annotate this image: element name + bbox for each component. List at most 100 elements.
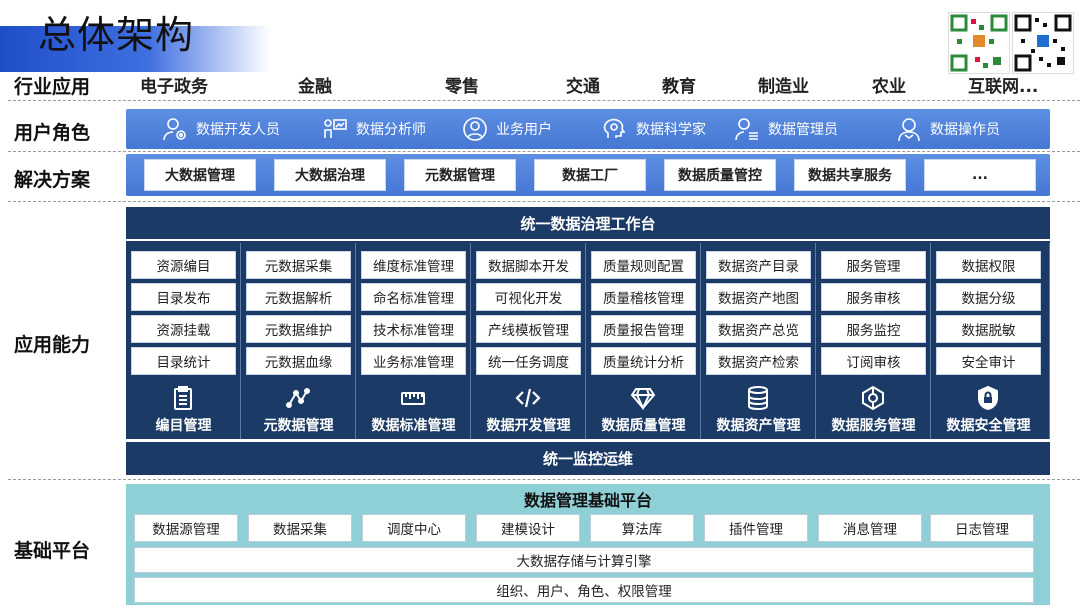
role-admin: 数据管理员: [734, 109, 838, 149]
code-icon: [515, 388, 541, 408]
platform-module[interactable]: 调度中心: [362, 514, 466, 542]
diamond-icon: [630, 388, 656, 411]
platform-org-permissions: 组织、用户、角色、权限管理: [134, 577, 1034, 603]
monitoring-bar: 统一监控运维: [126, 442, 1050, 475]
shield-lock-icon: [978, 385, 998, 411]
role-operator: 数据操作员: [896, 109, 1000, 149]
analyst-icon: [324, 119, 347, 138]
qr-code-right: [1012, 12, 1074, 74]
row-label-capabilities: 应用能力: [14, 334, 91, 356]
module-item[interactable]: 资源编目: [131, 251, 236, 279]
module-security: 数据权限 数据分级 数据脱敏 安全审计 数据安全管理: [931, 243, 1050, 439]
solution-quality-control[interactable]: 数据质量管控: [664, 159, 776, 191]
module-item[interactable]: 产线模板管理: [476, 315, 581, 343]
module-catalog: 资源编目 目录发布 资源挂载 目录统计 编目管理: [126, 243, 241, 439]
platform-module[interactable]: 建模设计: [476, 514, 580, 542]
industry-item: 农业: [872, 77, 906, 97]
module-item[interactable]: 服务监控: [821, 315, 926, 343]
module-item[interactable]: 服务管理: [821, 251, 926, 279]
module-item[interactable]: 质量稽核管理: [591, 283, 696, 311]
service-icon: [862, 385, 884, 411]
role-label: 数据科学家: [636, 122, 706, 138]
separator: [8, 100, 1080, 101]
module-item[interactable]: 命名标准管理: [361, 283, 466, 311]
module-item[interactable]: 技术标准管理: [361, 315, 466, 343]
module-name: 数据标准管理: [371, 418, 456, 434]
role-label: 数据操作员: [930, 122, 1000, 138]
module-item[interactable]: 数据权限: [936, 251, 1041, 279]
row-label-roles: 用户角色: [14, 122, 91, 144]
platform-module[interactable]: 日志管理: [930, 514, 1034, 542]
platform-module[interactable]: 算法库: [590, 514, 694, 542]
row-label-industry: 行业应用: [14, 76, 91, 98]
module-item[interactable]: 业务标准管理: [361, 347, 466, 375]
solution-data-factory[interactable]: 数据工厂: [534, 159, 646, 191]
module-name: 编目管理: [155, 418, 212, 434]
module-item[interactable]: 数据资产目录: [706, 251, 811, 279]
module-item[interactable]: 订阅审核: [821, 347, 926, 375]
module-name: 数据质量管理: [601, 418, 686, 434]
module-name: 数据资产管理: [716, 418, 801, 434]
operator-icon: [898, 118, 920, 142]
module-item[interactable]: 资源挂载: [131, 315, 236, 343]
separator: [8, 201, 1080, 202]
user-roles-bar: 数据开发人员 数据分析师 业务用户 数据科学家 数据管理员 数据操作员: [126, 109, 1050, 149]
module-item[interactable]: 数据分级: [936, 283, 1041, 311]
role-scientist: 数据科学家: [602, 109, 706, 149]
platform-module[interactable]: 消息管理: [818, 514, 922, 542]
role-label: 数据管理员: [768, 122, 838, 138]
industry-item: 金融: [298, 77, 332, 97]
platform-module[interactable]: 数据采集: [248, 514, 352, 542]
qr-code-left: [948, 12, 1010, 74]
module-item[interactable]: 目录发布: [131, 283, 236, 311]
industry-item: 教育: [662, 77, 696, 97]
module-item[interactable]: 质量统计分析: [591, 347, 696, 375]
platform-module[interactable]: 数据源管理: [134, 514, 238, 542]
row-label-platform: 基础平台: [14, 540, 91, 562]
module-item[interactable]: 安全审计: [936, 347, 1041, 375]
solution-more[interactable]: ...: [924, 159, 1036, 191]
platform-module[interactable]: 插件管理: [704, 514, 808, 542]
module-item[interactable]: 数据资产地图: [706, 283, 811, 311]
capability-header: 统一数据治理工作台: [126, 207, 1050, 241]
module-item[interactable]: 质量规则配置: [591, 251, 696, 279]
scientist-icon: [603, 118, 626, 138]
module-item[interactable]: 数据脚本开发: [476, 251, 581, 279]
module-development: 数据脚本开发 可视化开发 产线模板管理 统一任务调度 数据开发管理: [471, 243, 586, 439]
industry-item: 零售: [445, 77, 479, 97]
business-user-icon: [463, 117, 487, 141]
module-item[interactable]: 元数据采集: [246, 251, 351, 279]
separator: [8, 151, 1080, 152]
module-item[interactable]: 目录统计: [131, 347, 236, 375]
page-title: 总体架构: [38, 13, 195, 57]
module-quality: 质量规则配置 质量稽核管理 质量报告管理 质量统计分析 数据质量管理: [586, 243, 701, 439]
role-label: 数据分析师: [356, 122, 426, 138]
admin-icon: [735, 118, 758, 141]
module-item[interactable]: 维度标准管理: [361, 251, 466, 279]
module-item[interactable]: 元数据解析: [246, 283, 351, 311]
platform-title: 数据管理基础平台: [523, 491, 652, 510]
module-item[interactable]: 数据资产检索: [706, 347, 811, 375]
graph-icon: [286, 388, 310, 408]
module-item[interactable]: 数据脱敏: [936, 315, 1041, 343]
database-icon: [748, 386, 768, 411]
industry-item: 制造业: [758, 77, 809, 97]
module-name: 数据开发管理: [486, 418, 571, 434]
module-item[interactable]: 质量报告管理: [591, 315, 696, 343]
solution-big-data-management[interactable]: 大数据管理: [144, 159, 256, 191]
clipboard-icon: [174, 386, 192, 410]
row-label-solutions: 解决方案: [14, 169, 91, 191]
module-item[interactable]: 可视化开发: [476, 283, 581, 311]
module-name: 数据安全管理: [946, 418, 1031, 434]
solution-big-data-governance[interactable]: 大数据治理: [274, 159, 386, 191]
module-item[interactable]: 服务审核: [821, 283, 926, 311]
solution-data-sharing[interactable]: 数据共享服务: [794, 159, 906, 191]
module-metadata: 元数据采集 元数据解析 元数据维护 元数据血缘 元数据管理: [241, 243, 356, 439]
module-item[interactable]: 统一任务调度: [476, 347, 581, 375]
module-item[interactable]: 数据资产总览: [706, 315, 811, 343]
solution-metadata-management[interactable]: 元数据管理: [404, 159, 516, 191]
role-analyst: 数据分析师: [322, 109, 426, 149]
role-label: 业务用户: [496, 122, 552, 138]
module-item[interactable]: 元数据维护: [246, 315, 351, 343]
module-item[interactable]: 元数据血缘: [246, 347, 351, 375]
